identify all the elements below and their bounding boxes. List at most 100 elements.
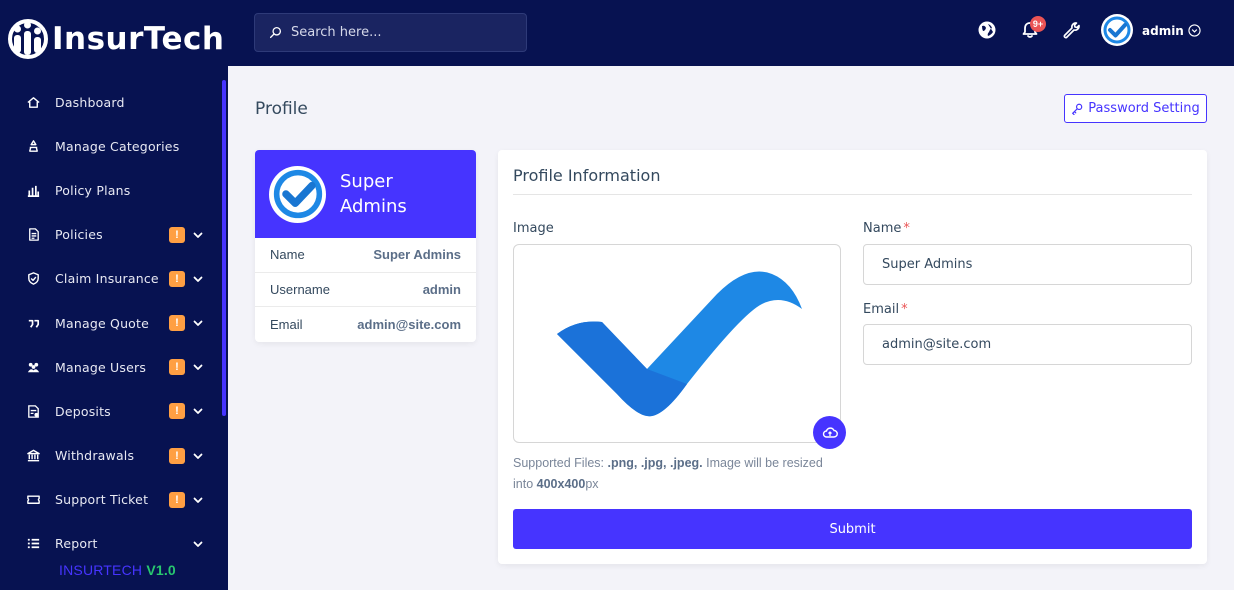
warning-badge: !	[169, 359, 185, 376]
name-field[interactable]	[863, 244, 1192, 285]
sidebar-item-policies[interactable]: Policies!	[0, 213, 222, 257]
chevron-down-icon[interactable]	[192, 538, 204, 550]
bar-chart-icon	[25, 182, 41, 198]
profile-avatar	[269, 165, 326, 223]
sidebar-item-label: Support Ticket	[55, 492, 149, 508]
check-mark-image	[557, 271, 802, 416]
logo-icon	[8, 17, 48, 61]
help-prefix: Supported Files:	[513, 456, 608, 470]
help-formats: .png, .jpg, .jpeg.	[607, 456, 703, 470]
chevron-down-icon[interactable]	[1188, 24, 1201, 37]
profile-row-value: admin@site.com	[357, 316, 461, 332]
sidebar-item-dashboard[interactable]: Dashboard	[0, 80, 222, 124]
warning-badge: !	[169, 315, 185, 332]
divider	[513, 194, 1192, 195]
version-number: V1.0	[146, 562, 176, 578]
profile-card-header: Super Admins	[255, 150, 476, 238]
sidebar-item-report[interactable]: Report	[0, 522, 222, 566]
warning-badge: !	[169, 226, 185, 243]
profile-information-card: Profile Information Image Supported File…	[498, 150, 1207, 564]
logo[interactable]: InsurTech	[8, 14, 224, 64]
sidebar-scrollbar[interactable]	[222, 80, 226, 416]
chevron-down-icon[interactable]	[192, 229, 204, 241]
sidebar-item-policy-plans[interactable]: Policy Plans	[0, 168, 222, 212]
logo-text: InsurTech	[52, 21, 225, 57]
profile-row-username: Username admin	[255, 273, 476, 308]
wrench-icon[interactable]	[1061, 20, 1081, 40]
notification-badge: 9+	[1030, 16, 1046, 32]
name-label-text: Name	[863, 221, 902, 236]
key-icon	[1072, 103, 1083, 115]
profile-row-key: Email	[270, 316, 303, 332]
home-icon	[25, 94, 41, 110]
search-box[interactable]	[254, 13, 527, 52]
password-setting-button[interactable]: Password Setting	[1064, 94, 1207, 123]
version-label: INSURTECH V1.0	[59, 562, 176, 578]
sidebar-item-withdrawals[interactable]: Withdrawals!	[0, 434, 222, 478]
name-label: Name *	[863, 221, 910, 236]
version-name: INSURTECH	[59, 562, 143, 578]
sidebar-item-manage-users[interactable]: Manage Users!	[0, 345, 222, 389]
chevron-down-icon[interactable]	[192, 450, 204, 462]
categories-icon	[25, 138, 41, 154]
supported-files-help: Supported Files: .png, .jpg, .jpeg. Imag…	[513, 453, 833, 495]
profile-row-value: Super Admins	[373, 247, 461, 263]
form-title: Profile Information	[513, 166, 661, 185]
sidebar-item-label: Manage Categories	[55, 138, 180, 154]
warning-badge: !	[169, 403, 185, 420]
help-size: 400x400	[536, 477, 586, 491]
check-logo-icon	[273, 169, 322, 219]
chevron-down-icon[interactable]	[192, 273, 204, 285]
required-mark: *	[901, 302, 908, 317]
globe-icon[interactable]	[977, 20, 997, 40]
submit-button[interactable]: Submit	[513, 509, 1192, 549]
chevron-down-icon[interactable]	[192, 317, 204, 329]
admin-name[interactable]: admin	[1142, 24, 1184, 38]
sidebar-item-label: Policy Plans	[55, 182, 131, 198]
sidebar-item-claim-insurance[interactable]: Claim Insurance!	[0, 257, 222, 301]
sidebar-item-label: Claim Insurance	[55, 271, 159, 287]
upload-image-button[interactable]	[813, 416, 846, 449]
deposit-icon	[25, 403, 41, 419]
profile-details: Name Super Admins Username admin Email admin@…	[255, 238, 476, 342]
password-setting-label: Password Setting	[1088, 101, 1200, 116]
shield-icon	[25, 271, 41, 287]
email-label-text: Email	[863, 302, 900, 317]
profile-card: Super Admins Name Super Admins Username adm…	[255, 150, 476, 342]
sidebar-item-label: Manage Quote	[55, 315, 150, 331]
profile-row-email: Email admin@site.com	[255, 307, 476, 342]
sidebar-item-manage-categories[interactable]: Manage Categories	[0, 124, 222, 168]
bank-icon	[25, 448, 41, 464]
profile-row-value: admin	[422, 281, 461, 297]
chevron-down-icon[interactable]	[192, 494, 204, 506]
page-title: Profile	[255, 99, 308, 119]
chevron-down-icon[interactable]	[192, 361, 204, 373]
check-logo-icon	[1103, 16, 1131, 44]
sidebar-item-label: Withdrawals	[55, 448, 135, 464]
document-icon	[25, 227, 41, 243]
sidebar: InsurTech Dashboard Manage Categories Poli…	[0, 0, 228, 590]
required-mark: *	[903, 221, 910, 236]
cloud-upload-icon	[822, 426, 838, 438]
sidebar-item-manage-quote[interactable]: Manage Quote!	[0, 301, 222, 345]
profile-row-name: Name Super Admins	[255, 238, 476, 273]
email-field[interactable]	[863, 324, 1192, 365]
sidebar-item-label: Dashboard	[55, 94, 125, 110]
avatar[interactable]	[1101, 14, 1133, 46]
image-preview[interactable]	[513, 244, 841, 443]
warning-badge: !	[169, 447, 185, 464]
sidebar-item-label: Policies	[55, 227, 103, 243]
chevron-down-icon[interactable]	[192, 405, 204, 417]
profile-row-key: Username	[270, 281, 330, 297]
sidebar-item-label: Deposits	[55, 403, 111, 419]
search-input[interactable]	[291, 25, 511, 40]
warning-badge: !	[169, 270, 185, 287]
search-icon	[269, 26, 282, 39]
ticket-icon	[25, 492, 41, 508]
sidebar-menu: Dashboard Manage Categories Policy Plans Po…	[0, 80, 222, 566]
help-suffix: px	[585, 477, 599, 491]
profile-row-key: Name	[270, 247, 305, 263]
topbar: 9+ admin	[228, 0, 1234, 66]
sidebar-item-deposits[interactable]: Deposits!	[0, 389, 222, 433]
sidebar-item-support-ticket[interactable]: Support Ticket!	[0, 478, 222, 522]
